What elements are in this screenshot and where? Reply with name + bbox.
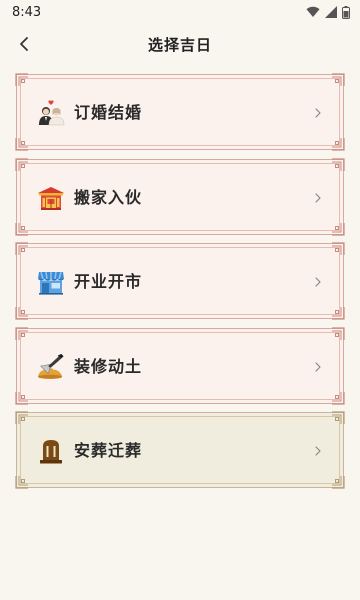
title-bar: 选择吉日	[0, 26, 360, 62]
status-time: 8:43	[12, 4, 42, 20]
corner-ornament	[15, 137, 29, 151]
chevron-right-icon	[315, 446, 321, 456]
corner-ornament	[15, 158, 29, 172]
tombstone-icon	[37, 437, 65, 465]
battery-icon	[342, 5, 350, 19]
trowel-icon	[37, 353, 65, 381]
chevron-right-icon	[315, 277, 321, 287]
corner-ornament	[331, 475, 345, 489]
page-title: 选择吉日	[147, 35, 212, 54]
category-label: 开业开市	[74, 272, 143, 291]
status-icons	[306, 5, 350, 19]
corner-ornament	[15, 73, 29, 87]
house-icon	[37, 184, 65, 212]
category-card-move-house[interactable]: 搬家入伙	[15, 158, 345, 236]
status-bar: 8:43	[0, 0, 360, 24]
category-card-business-opening[interactable]: 开业开市	[15, 242, 345, 320]
corner-ornament	[331, 222, 345, 236]
corner-ornament	[331, 306, 345, 320]
corner-ornament	[331, 242, 345, 256]
card-inner-border	[20, 78, 340, 146]
corner-ornament	[15, 475, 29, 489]
card-inner-border	[20, 247, 340, 315]
chevron-right-icon	[315, 108, 321, 118]
card-inner-border	[20, 332, 340, 400]
corner-ornament	[331, 391, 345, 405]
back-button[interactable]	[10, 30, 38, 58]
card-inner-border	[20, 416, 340, 484]
category-card-renovation[interactable]: 装修动土	[15, 327, 345, 405]
chevron-right-icon	[315, 193, 321, 203]
corner-ornament	[15, 242, 29, 256]
wifi-icon	[306, 6, 320, 18]
corner-ornament	[15, 391, 29, 405]
corner-ornament	[331, 137, 345, 151]
category-label: 搬家入伙	[74, 188, 143, 207]
card-inner-border	[20, 163, 340, 231]
category-card-burial[interactable]: 安葬迁葬	[15, 411, 345, 489]
corner-ornament	[15, 411, 29, 425]
chevron-left-icon	[20, 37, 28, 51]
corner-ornament	[331, 158, 345, 172]
corner-ornament	[331, 327, 345, 341]
signal-icon	[325, 6, 337, 18]
category-label: 订婚结婚	[74, 103, 143, 122]
storefront-icon	[37, 268, 65, 296]
category-label: 安葬迁葬	[74, 441, 143, 460]
corner-ornament	[331, 73, 345, 87]
corner-ornament	[331, 411, 345, 425]
couple-icon	[37, 99, 65, 127]
corner-ornament	[15, 327, 29, 341]
corner-ornament	[15, 306, 29, 320]
corner-ornament	[15, 222, 29, 236]
category-card-wedding[interactable]: 订婚结婚	[15, 73, 345, 151]
chevron-right-icon	[315, 362, 321, 372]
category-label: 装修动土	[74, 357, 143, 376]
